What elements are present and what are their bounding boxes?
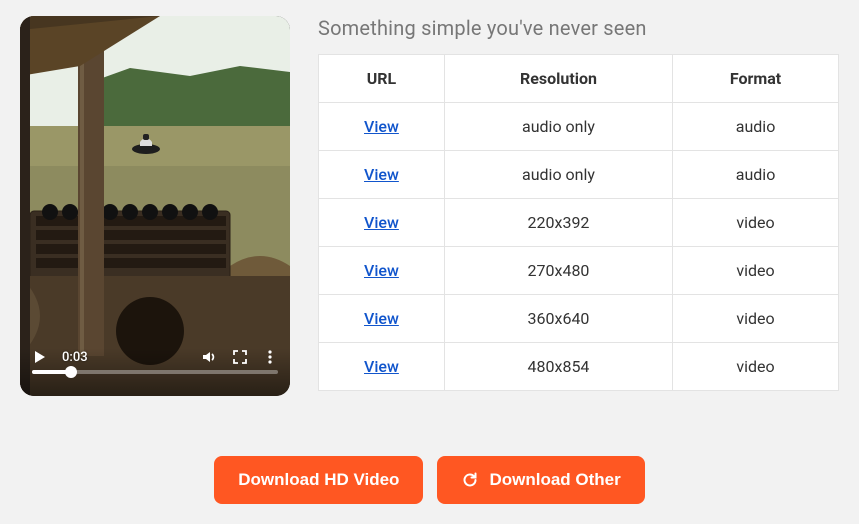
cell-resolution: 220x392 [444, 199, 672, 247]
view-link[interactable]: View [364, 213, 399, 232]
download-hd-button[interactable]: Download HD Video [214, 456, 423, 504]
video-current-time: 0:03 [62, 350, 88, 365]
cell-resolution: audio only [444, 151, 672, 199]
cell-format: video [673, 247, 839, 295]
fullscreen-icon[interactable] [232, 349, 248, 365]
play-icon[interactable] [32, 349, 48, 365]
video-controls: 0:03 [20, 348, 290, 396]
table-row: View 480x854 video [319, 343, 839, 391]
more-icon[interactable] [262, 349, 278, 365]
cell-format: video [673, 295, 839, 343]
cell-resolution: audio only [444, 103, 672, 151]
col-resolution: Resolution [444, 55, 672, 103]
col-format: Format [673, 55, 839, 103]
cell-format: audio [673, 103, 839, 151]
cell-format: audio [673, 151, 839, 199]
video-seek-slider[interactable] [32, 370, 278, 374]
volume-icon[interactable] [200, 348, 218, 366]
page-root: 0:03 [0, 0, 859, 524]
view-link[interactable]: View [364, 165, 399, 184]
cell-format: video [673, 343, 839, 391]
video-frame [20, 16, 290, 396]
table-row: View audio only audio [319, 103, 839, 151]
view-link[interactable]: View [364, 261, 399, 280]
view-link[interactable]: View [364, 117, 399, 136]
table-row: View audio only audio [319, 151, 839, 199]
video-player[interactable]: 0:03 [20, 16, 290, 396]
cell-format: video [673, 199, 839, 247]
cell-resolution: 480x854 [444, 343, 672, 391]
col-url: URL [319, 55, 445, 103]
refresh-icon [461, 471, 479, 489]
controls-row: 0:03 [32, 348, 278, 366]
action-buttons: Download HD Video Download Other [20, 456, 839, 504]
results-panel: Something simple you've never seen URL R… [318, 16, 839, 391]
video-title: Something simple you've never seen [318, 16, 839, 40]
download-hd-label: Download HD Video [238, 470, 399, 490]
download-other-button[interactable]: Download Other [437, 456, 644, 504]
table-row: View 360x640 video [319, 295, 839, 343]
table-row: View 270x480 video [319, 247, 839, 295]
top-section: 0:03 [20, 16, 839, 428]
formats-tbody: View audio only audio View audio only au… [319, 103, 839, 391]
table-row: View 220x392 video [319, 199, 839, 247]
seek-knob[interactable] [65, 366, 77, 378]
formats-table: URL Resolution Format View audio only au… [318, 54, 839, 391]
view-link[interactable]: View [364, 357, 399, 376]
cell-resolution: 360x640 [444, 295, 672, 343]
view-link[interactable]: View [364, 309, 399, 328]
download-other-label: Download Other [489, 470, 620, 490]
cell-resolution: 270x480 [444, 247, 672, 295]
